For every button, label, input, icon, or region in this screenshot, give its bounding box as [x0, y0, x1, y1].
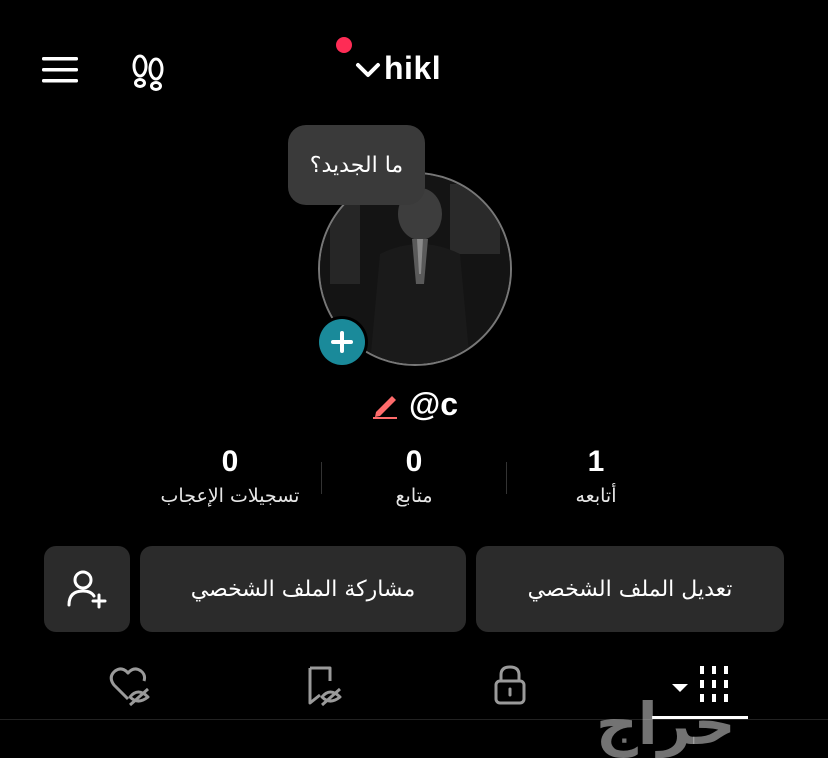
tab-liked[interactable] [104, 660, 156, 710]
chevron-down-icon[interactable] [354, 56, 382, 84]
following-count: 1 [587, 445, 605, 478]
tab-private[interactable] [484, 660, 536, 710]
likes-stat[interactable]: 0 تسجيلات الإعجاب [140, 445, 320, 507]
watermark: حراج [596, 690, 736, 758]
share-profile-button[interactable]: مشاركة الملف الشخصي [140, 546, 466, 632]
plus-icon [319, 319, 365, 365]
likes-label: تسجيلات الإعجاب [160, 485, 300, 507]
footprints-icon[interactable] [126, 50, 170, 94]
pencil-icon[interactable] [368, 388, 402, 422]
stat-divider [321, 462, 322, 494]
tab-saved[interactable] [296, 660, 348, 710]
add-story-button[interactable] [316, 316, 368, 368]
followers-label: متابع [395, 485, 433, 507]
notification-dot [336, 37, 352, 53]
add-friends-button[interactable] [44, 546, 130, 632]
following-label: أتابعه [575, 485, 617, 507]
heart-hidden-icon [109, 667, 150, 707]
stat-divider [506, 462, 507, 494]
likes-count: 0 [221, 445, 239, 478]
hamburger-menu-icon[interactable] [38, 52, 82, 88]
whats-new-text: ما الجديد؟ [309, 152, 404, 178]
edit-profile-button[interactable]: تعديل الملف الشخصي [476, 546, 784, 632]
followers-stat[interactable]: 0 متابع [354, 445, 474, 507]
edit-profile-label: تعديل الملف الشخصي [527, 576, 733, 602]
lock-icon [494, 665, 526, 705]
whats-new-bubble[interactable]: ما الجديد؟ [288, 125, 425, 205]
username-title[interactable]: hikl [384, 50, 441, 87]
add-user-icon [67, 570, 107, 609]
bookmark-hidden-icon [308, 666, 342, 707]
followers-count: 0 [405, 445, 423, 478]
share-profile-label: مشاركة الملف الشخصي [190, 576, 416, 602]
following-stat[interactable]: 1 أتابعه [536, 445, 656, 507]
profile-handle: @c [409, 386, 458, 422]
